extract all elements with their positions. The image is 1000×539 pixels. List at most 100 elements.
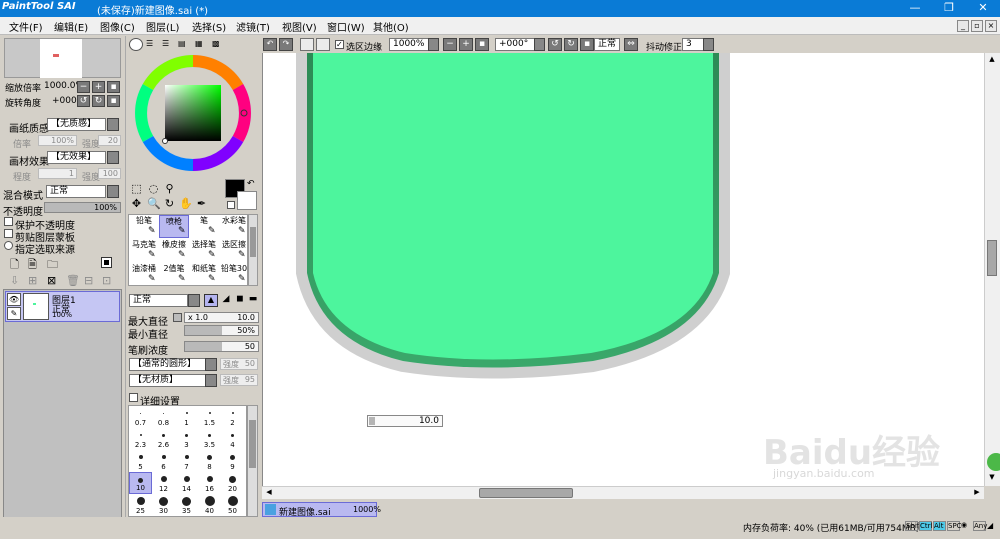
deselect-button[interactable] (300, 38, 314, 51)
menu-other[interactable]: 其他(O) (373, 19, 409, 34)
zoom-tool-icon[interactable]: 🔍 (147, 197, 161, 210)
canvas-rotate-select[interactable]: +000° (495, 38, 535, 51)
opacity-slider[interactable]: 100% (44, 202, 121, 213)
document-tab[interactable]: 新建图像.sai 1000% (262, 502, 381, 518)
shape-strength-field[interactable]: 强度 50 (220, 358, 258, 370)
scroll-left-icon[interactable]: ◀ (264, 488, 274, 498)
lasso-icon[interactable]: ◌ (147, 182, 160, 195)
menu-window[interactable]: 窗口(W) (327, 19, 365, 34)
brush-size-cell[interactable]: 30 (152, 494, 175, 516)
visibility-eye-icon[interactable]: 👁 (7, 293, 21, 306)
brush-size-cell[interactable]: 1 (175, 406, 198, 428)
layer-mask-icon[interactable] (101, 257, 112, 268)
edge-soft-icon[interactable]: ◼ (233, 294, 247, 307)
rotate-right-icon[interactable]: ↻ (92, 95, 105, 107)
brush-size-cell[interactable]: 50 (221, 494, 244, 516)
brush-shape-dropdown-icon[interactable] (205, 358, 217, 371)
canvas-zoom-in-icon[interactable]: + (459, 38, 473, 51)
rect-select-icon[interactable]: ⬚ (130, 182, 143, 195)
brush-size-cell[interactable]: 5 (129, 450, 152, 472)
new-layer-icon[interactable]: 🗋 (10, 256, 19, 275)
brush-size-cell[interactable]: 20 (221, 472, 244, 494)
edge-hard-icon[interactable]: ▲ (204, 294, 218, 307)
rotate-left-icon[interactable]: ↺ (77, 95, 90, 107)
brush-size-cell[interactable]: 1.5 (198, 406, 221, 428)
brush-size-cell[interactable]: 3.5 (198, 428, 221, 450)
menu-layer[interactable]: 图层(L) (146, 19, 179, 34)
hand-tool-icon[interactable]: ✋ (179, 197, 193, 210)
menu-select[interactable]: 选择(S) (192, 19, 226, 34)
canvas-zoom-select[interactable]: 1000% (389, 38, 429, 51)
merge-visible-icon[interactable]: ⊟ (84, 274, 93, 287)
scroll-down-icon[interactable]: ▼ (987, 473, 997, 483)
brush-texture-select[interactable]: 【无材质】 (129, 374, 206, 387)
color-wheel-tab-icon[interactable] (129, 38, 143, 51)
mdi-restore-icon[interactable]: ▫ (971, 20, 983, 32)
protect-opacity-checkbox[interactable] (4, 217, 13, 226)
zoom-out-icon[interactable]: − (77, 81, 90, 93)
brush-size-cell[interactable]: 2.6 (152, 428, 175, 450)
rgb-slider-tab-icon[interactable]: ☰ (146, 39, 158, 50)
canvas-rotate-dropdown-icon[interactable] (534, 38, 545, 51)
canvas-rotate-right-icon[interactable]: ↻ (564, 38, 578, 51)
brush-mode-dropdown-icon[interactable] (188, 294, 200, 307)
menu-image[interactable]: 图像(C) (100, 19, 135, 34)
brush-size-cell[interactable]: 7 (175, 450, 198, 472)
brush-grid-scrollbar[interactable] (248, 214, 258, 286)
canvas-zoom-reset-icon[interactable]: ▪ (475, 38, 489, 51)
canvas-vertical-scrollbar[interactable]: ▲ ▼ (984, 53, 1000, 486)
min-diameter-slider[interactable]: 50% (184, 325, 259, 336)
edge-softest-icon[interactable]: ▬ (247, 294, 259, 307)
scale-field[interactable]: 100% (38, 135, 77, 146)
paper-texture-select[interactable]: 【无质感】 (47, 118, 106, 131)
menu-filter[interactable]: 滤镜(T) (236, 19, 270, 34)
merge-down-icon[interactable]: ⊞ (28, 274, 37, 287)
max-diameter-link-checkbox[interactable] (173, 313, 182, 322)
brush-shape-select[interactable]: 【通常的圆形】 (129, 358, 206, 371)
density-slider[interactable]: 50 (184, 341, 259, 352)
selection-source-radio[interactable] (4, 241, 13, 250)
stabilizer-dropdown-icon[interactable] (703, 38, 714, 51)
scratchpad-tab-icon[interactable]: ▩ (212, 39, 224, 50)
brush-size-cell[interactable]: 14 (175, 472, 198, 494)
layer-edit-pen-icon[interactable]: ✎ (7, 307, 21, 320)
selection-edge-checkbox[interactable]: ✓ (335, 40, 344, 49)
flatten-icon[interactable]: ⊡ (102, 274, 111, 287)
brush-size-cell[interactable]: 2.3 (129, 428, 152, 450)
rotate-value[interactable]: +000 (52, 96, 77, 106)
texture-strength-field[interactable]: 强度 95 (220, 374, 258, 386)
blend-mode-dropdown-icon[interactable] (107, 185, 119, 198)
degree-field[interactable]: 1 (38, 168, 77, 179)
rotate-reset-icon[interactable]: ▪ (107, 95, 120, 107)
paper-texture-dropdown-icon[interactable] (107, 118, 119, 131)
brush-size-cell[interactable]: 2 (221, 406, 244, 428)
brush-size-cell[interactable]: 3 (175, 428, 198, 450)
vertical-scroll-thumb[interactable] (987, 240, 997, 276)
clip-mask-checkbox[interactable] (4, 229, 13, 238)
brush-size-cell[interactable]: 35 (175, 494, 198, 516)
close-button[interactable]: ✕ (966, 0, 1000, 17)
scroll-right-icon[interactable]: ▶ (972, 488, 982, 498)
scroll-up-icon[interactable]: ▲ (987, 55, 997, 65)
mdi-close-icon[interactable]: × (985, 20, 997, 32)
swap-colors-icon[interactable]: ↶ (247, 179, 255, 189)
eyedropper-icon[interactable]: ✒ (195, 197, 208, 210)
rotate-tool-icon[interactable]: ↻ (163, 197, 176, 210)
material-select[interactable]: 【无效果】 (47, 151, 106, 164)
canvas-rotate-reset-icon[interactable]: ▪ (580, 38, 594, 51)
brush-size-readout[interactable]: 10.0 (367, 415, 443, 427)
brush-grid-scroll-thumb[interactable] (250, 227, 256, 257)
layer-row[interactable]: 👁 ✎ 图层1 正常 100% (5, 291, 120, 322)
transparent-color-icon[interactable] (227, 201, 235, 209)
brush-size-cell[interactable]: 25 (129, 494, 152, 516)
brush-size-cell[interactable]: 10 (129, 472, 152, 494)
secondary-color-swatch[interactable] (237, 191, 257, 210)
delete-layer-icon[interactable]: 🗑 (66, 274, 80, 287)
move-icon[interactable]: ✥ (130, 197, 143, 210)
redo-icon[interactable]: ↷ (279, 38, 293, 51)
menu-file[interactable]: 文件(F) (9, 19, 43, 34)
brush-size-cell[interactable]: 16 (198, 472, 221, 494)
menu-view[interactable]: 视图(V) (282, 19, 317, 34)
canvas-rotate-left-icon[interactable]: ↺ (548, 38, 562, 51)
menu-edit[interactable]: 编辑(E) (54, 19, 88, 34)
